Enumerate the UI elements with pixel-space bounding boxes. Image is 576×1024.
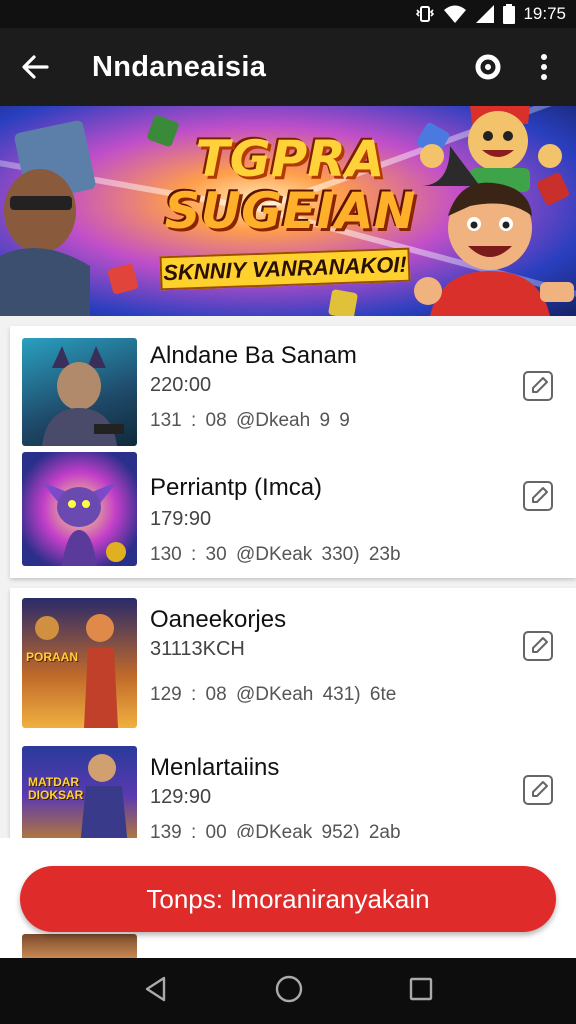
vibrate-icon — [415, 5, 435, 23]
item-title: Oaneekorjes — [150, 606, 287, 633]
more-vert-icon — [541, 54, 547, 80]
edit-button[interactable] — [520, 772, 556, 808]
back-arrow-icon — [22, 55, 49, 79]
item-subtitle: 220:00 — [150, 374, 212, 396]
edit-button[interactable] — [520, 628, 556, 664]
banner-block — [327, 288, 359, 316]
item-title: Alndane Ba Sanam — [150, 342, 357, 369]
banner-character-left — [0, 120, 96, 316]
nav-back-button[interactable] — [142, 975, 170, 1008]
page-title: Nndaneaisia — [92, 50, 267, 83]
nav-home-icon — [275, 975, 303, 1002]
nav-back-icon — [145, 976, 166, 1001]
item-subtitle: 31113KCH — [150, 638, 245, 660]
item-subtitle: 129:90 — [150, 786, 212, 808]
item-title: Menlartaiins — [150, 754, 280, 781]
item-thumbnail — [22, 452, 137, 566]
item-title: Perriantp (Imca) — [150, 474, 323, 501]
battery-icon — [503, 4, 516, 24]
thumbnail-text: MATDAR DIOKSAR — [28, 775, 84, 803]
nav-recents-icon — [409, 977, 433, 1000]
list-card: Alndane Ba Sanam 220:00 131 : 08 @Dkeah … — [10, 326, 576, 578]
list-item[interactable]: MATDAR DIOKSAR Menlartaiins 129:90 139 :… — [10, 738, 576, 838]
item-thumbnail: MATDAR DIOKSAR — [22, 746, 137, 838]
primary-action-button[interactable]: Tonps: Imoraniranyakain — [20, 866, 556, 932]
item-thumbnail-peek — [22, 934, 137, 958]
signal-icon — [475, 5, 495, 23]
banner-headline: TGPRA SUGEIAN — [160, 134, 420, 236]
more-options-button[interactable] — [516, 28, 572, 106]
status-time: 19:75 — [523, 4, 566, 23]
app-bar: Nndaneaisia — [0, 28, 576, 106]
item-thumbnail — [22, 338, 137, 446]
creature-art — [42, 482, 126, 566]
item-subtitle: 179:90 — [150, 508, 212, 530]
back-button[interactable] — [0, 28, 70, 106]
edit-icon — [523, 481, 553, 511]
list-item[interactable]: PORAAN Oaneekorjes 31113KCH 129 : 08 @DK… — [10, 588, 576, 738]
edit-button[interactable] — [520, 478, 556, 514]
edit-icon — [523, 631, 553, 661]
banner-headline-line2: SUGEIAN — [164, 182, 416, 240]
search-icon — [475, 54, 501, 80]
nav-recents-button[interactable] — [408, 976, 434, 1007]
character-art — [42, 346, 124, 446]
edit-icon — [523, 371, 553, 401]
system-nav-bar — [0, 958, 576, 1024]
search-button[interactable] — [460, 28, 516, 106]
item-meta: 131 : 08 @Dkeah 9 9 — [150, 410, 350, 431]
wifi-icon — [443, 5, 467, 23]
list-card: PORAAN Oaneekorjes 31113KCH 129 : 08 @DK… — [10, 588, 576, 838]
edit-icon — [523, 775, 553, 805]
item-meta: 129 : 08 @DKeah 431) 6te — [150, 684, 397, 705]
nav-home-button[interactable] — [274, 974, 304, 1009]
list-item[interactable]: Perriantp (Imca) 179:90 130 : 30 @DKeak … — [10, 452, 576, 578]
list-item[interactable]: Alndane Ba Sanam 220:00 131 : 08 @Dkeah … — [10, 326, 576, 452]
edit-button[interactable] — [520, 368, 556, 404]
item-meta: 130 : 30 @DKeak 330) 23b — [150, 544, 401, 565]
banner-headline-line1: TGPRA — [195, 130, 385, 188]
item-thumbnail: PORAAN — [22, 598, 137, 728]
banner-subtitle: SKNNIY VANRANAKOI! — [159, 247, 411, 291]
banner-character-right — [414, 106, 574, 316]
item-meta: 139 : 00 @DKeak 952) 2ab — [150, 822, 401, 838]
thumbnail-text: PORAAN — [26, 650, 79, 664]
status-bar: 19:75 — [0, 0, 576, 28]
promo-banner[interactable]: TGPRA SUGEIAN SKNNIY VANRANAKOI! — [0, 106, 576, 316]
